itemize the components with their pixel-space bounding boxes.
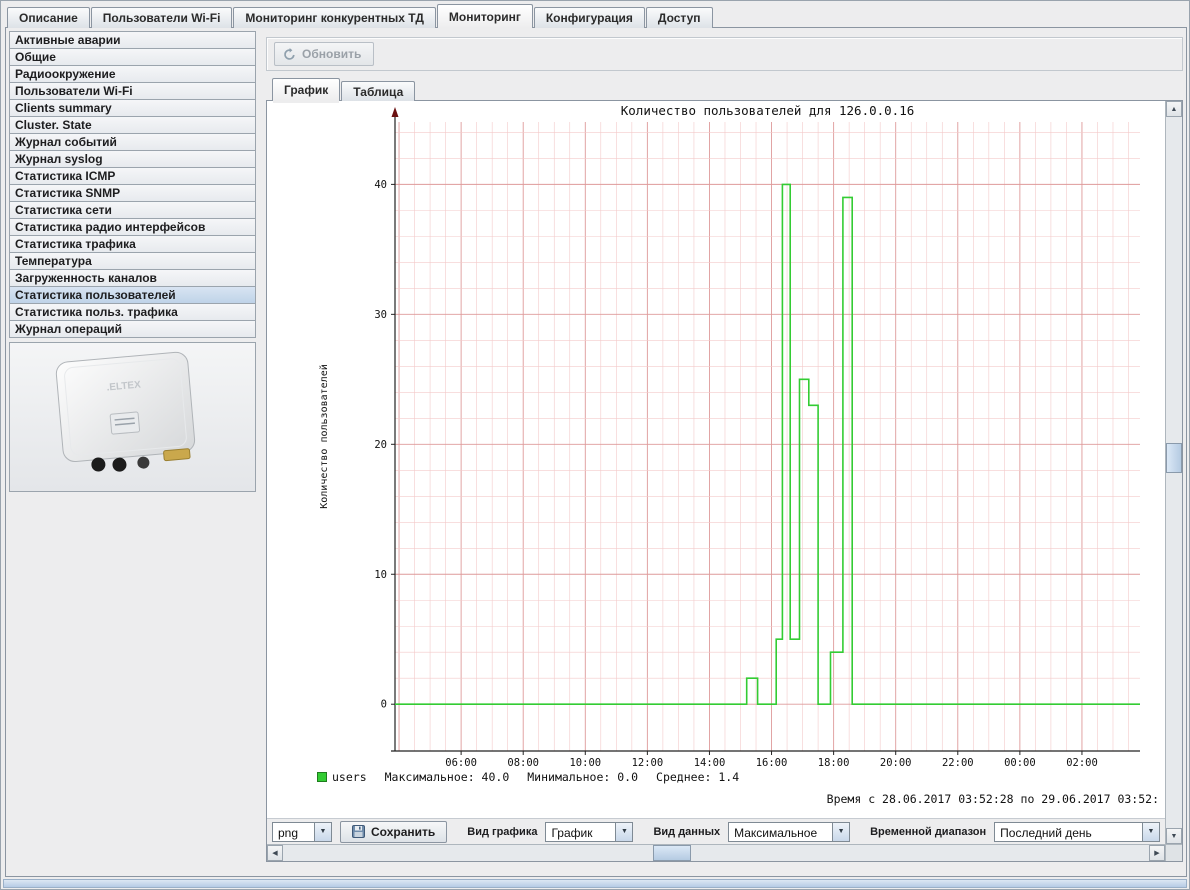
svg-text:Количество пользователей: Количество пользователей <box>318 364 330 509</box>
chart-viewport: 0 10 20 30 40 06:00 08:00 10:00 12:00 14:00 16:00 1… <box>267 101 1165 844</box>
sidebar-item-4[interactable]: Пользователи Wi-Fi <box>9 82 256 100</box>
svg-text:Количество пользователей для 1: Количество пользователей для 126.0.0.16 <box>621 103 915 118</box>
device-photo: .ELTEX <box>10 343 255 491</box>
main-tab-3[interactable]: Мониторинг конкурентных ТД <box>233 7 435 28</box>
legend-avg-label: Среднее: 1.4 <box>656 770 739 784</box>
graph-view-select[interactable]: График ▼ <box>545 822 633 842</box>
svg-text:02:00: 02:00 <box>1066 757 1098 769</box>
svg-text:16:00: 16:00 <box>756 757 788 769</box>
horizontal-scrollbar[interactable]: ◀ ▶ <box>267 844 1165 861</box>
data-view-select-value: Максимальное <box>729 823 832 841</box>
svg-text:20: 20 <box>374 439 387 451</box>
svg-text:08:00: 08:00 <box>507 757 539 769</box>
sidebar-item-2[interactable]: Общие <box>9 48 256 66</box>
chart-canvas: 0 10 20 30 40 06:00 08:00 10:00 12:00 14:00 16:00 1… <box>267 101 1165 818</box>
sidebar-item-7[interactable]: Журнал событий <box>9 133 256 151</box>
horizontal-scroll-thumb[interactable] <box>653 845 691 861</box>
sidebar-item-8[interactable]: Журнал syslog <box>9 150 256 168</box>
svg-text:30: 30 <box>374 309 387 321</box>
sidebar-item-13[interactable]: Статистика трафика <box>9 235 256 253</box>
view-tab-2[interactable]: Таблица <box>341 81 415 101</box>
time-range-label: Временной диапазон <box>870 826 986 838</box>
chart-panel: 0 10 20 30 40 06:00 08:00 10:00 12:00 14:00 16:00 1… <box>266 100 1183 862</box>
main-tab-5[interactable]: Конфигурация <box>534 7 645 28</box>
device-photo-panel: .ELTEX <box>9 342 256 492</box>
app-window: ОписаниеПользователи Wi-FiМониторинг кон… <box>0 0 1190 890</box>
scroll-left-button[interactable]: ◀ <box>267 845 283 861</box>
svg-text:0: 0 <box>381 699 387 711</box>
chevron-down-icon: ▼ <box>832 823 849 841</box>
sidebar-item-11[interactable]: Статистика сети <box>9 201 256 219</box>
legend-max-label: Максимальное: 40.0 <box>385 770 510 784</box>
export-controls: png ▼ Сохранить Вид графика График ▼ <box>267 818 1165 844</box>
format-select-value: png <box>273 823 314 841</box>
svg-text:14:00: 14:00 <box>694 757 726 769</box>
svg-text:00:00: 00:00 <box>1004 757 1036 769</box>
toolbar-panel <box>266 37 1183 71</box>
chart-legend: users Максимальное: 40.0 Минимальное: 0.… <box>317 770 757 784</box>
scrollbar-corner <box>1165 844 1182 861</box>
sidebar-menu: Активные аварииОбщиеРадиоокружениеПользо… <box>9 32 256 338</box>
save-button-label: Сохранить <box>371 825 435 839</box>
format-select[interactable]: png ▼ <box>272 822 332 842</box>
window-bottom-edge <box>3 879 1187 888</box>
scroll-down-button[interactable]: ▼ <box>1166 828 1182 844</box>
svg-text:12:00: 12:00 <box>632 757 664 769</box>
chevron-down-icon: ▼ <box>1142 823 1159 841</box>
sidebar-item-1[interactable]: Активные аварии <box>9 31 256 49</box>
sidebar-item-18[interactable]: Журнал операций <box>9 320 256 338</box>
main-tabbar: ОписаниеПользователи Wi-FiМониторинг кон… <box>7 4 713 28</box>
main-tab-1[interactable]: Описание <box>7 7 90 28</box>
chevron-down-icon: ▼ <box>314 823 331 841</box>
sidebar-item-16[interactable]: Статистика пользователей <box>9 286 256 304</box>
users-chart: 0 10 20 30 40 06:00 08:00 10:00 12:00 14:00 16:00 1… <box>267 101 1165 818</box>
sidebar-item-6[interactable]: Cluster. State <box>9 116 256 134</box>
svg-text:06:00: 06:00 <box>445 757 477 769</box>
svg-text:22:00: 22:00 <box>942 757 974 769</box>
legend-min-label: Минимальное: 0.0 <box>527 770 638 784</box>
main-tab-6[interactable]: Доступ <box>646 7 713 28</box>
svg-text:10: 10 <box>374 569 387 581</box>
svg-text:40: 40 <box>374 179 387 191</box>
svg-text:20:00: 20:00 <box>880 757 912 769</box>
svg-text:10:00: 10:00 <box>569 757 601 769</box>
legend-series-label: users <box>332 770 367 784</box>
chevron-down-icon: ▼ <box>615 823 632 841</box>
view-tab-1[interactable]: График <box>272 78 340 101</box>
sidebar-item-12[interactable]: Статистика радио интерфейсов <box>9 218 256 236</box>
sidebar-item-15[interactable]: Загруженность каналов <box>9 269 256 287</box>
refresh-button-label: Обновить <box>302 47 361 61</box>
chart-table-tabbar: ГрафикТаблица <box>272 78 415 101</box>
save-icon <box>352 825 365 838</box>
refresh-button[interactable]: Обновить <box>274 42 374 66</box>
vertical-scrollbar[interactable]: ▲ ▼ <box>1165 101 1182 844</box>
graph-view-select-value: График <box>546 823 615 841</box>
sidebar-item-9[interactable]: Статистика ICMP <box>9 167 256 185</box>
data-view-label: Вид данных <box>653 826 720 838</box>
time-range-select-value: Последний день <box>995 823 1142 841</box>
legend-swatch-users <box>317 772 327 782</box>
main-tab-2[interactable]: Пользователи Wi-Fi <box>91 7 233 28</box>
scroll-right-button[interactable]: ▶ <box>1149 845 1165 861</box>
refresh-icon <box>283 48 296 61</box>
svg-text:18:00: 18:00 <box>818 757 850 769</box>
scroll-up-button[interactable]: ▲ <box>1166 101 1182 117</box>
data-view-select[interactable]: Максимальное ▼ <box>728 822 850 842</box>
sidebar-item-17[interactable]: Статистика польз. трафика <box>9 303 256 321</box>
graph-view-label: Вид графика <box>467 826 537 838</box>
vertical-scroll-thumb[interactable] <box>1166 443 1182 473</box>
sidebar-item-10[interactable]: Статистика SNMP <box>9 184 256 202</box>
time-range-caption: Время с 28.06.2017 03:52:28 по 29.06.201… <box>827 792 1159 806</box>
time-range-select[interactable]: Последний день ▼ <box>994 822 1160 842</box>
sidebar-item-14[interactable]: Температура <box>9 252 256 270</box>
main-tab-4[interactable]: Мониторинг <box>437 4 533 28</box>
sidebar-item-5[interactable]: Clients summary <box>9 99 256 117</box>
sidebar-item-3[interactable]: Радиоокружение <box>9 65 256 83</box>
save-button[interactable]: Сохранить <box>340 821 447 843</box>
